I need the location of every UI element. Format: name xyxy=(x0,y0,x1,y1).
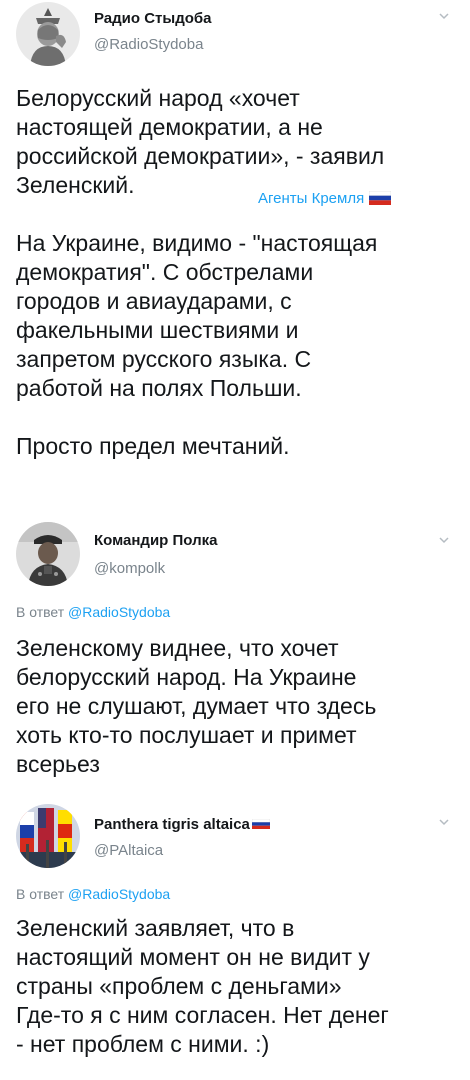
tweet-text-line: страны «проблем с деньгами» xyxy=(16,973,342,999)
tweet-text-line: настоящей демократии, а не xyxy=(16,114,323,140)
tweet-paltaica[interactable]: Panthera tigris altaica @PAltaica В отве… xyxy=(0,800,470,1080)
author-handle[interactable]: @RadioStydoba xyxy=(94,36,203,53)
reply-to-prefix: В ответ xyxy=(16,886,65,902)
source-label-text[interactable]: Агенты Кремля xyxy=(258,190,364,207)
tweet-text-line: демократия". С обстрелами xyxy=(16,259,314,285)
tweet-text-line: На Украине, видимо - "настоящая xyxy=(16,230,378,256)
tweet-text-line: всерьез xyxy=(16,751,100,777)
tweet-text-line xyxy=(16,403,456,432)
tweet-text-line: факельными шествиями и xyxy=(16,317,299,343)
source-label-link[interactable]: Агенты Кремля xyxy=(258,190,392,207)
author-handle[interactable]: @kompolk xyxy=(94,560,165,577)
reply-to: В ответ @RadioStydoba xyxy=(16,886,170,902)
tweet-text-line: Зеленскому виднее, что хочет xyxy=(16,635,339,661)
reply-to-handle-link[interactable]: @RadioStydoba xyxy=(68,604,170,620)
chevron-down-icon[interactable] xyxy=(438,816,450,828)
reply-to-handle-link[interactable]: @RadioStydoba xyxy=(68,886,170,902)
tweet-text: Зеленскому виднее, что хочет белорусский… xyxy=(16,634,456,779)
chevron-down-icon[interactable] xyxy=(438,10,450,22)
tweet-text-line: Белорусский народ «хочет xyxy=(16,85,300,111)
tweet-text-line: городов и авиаударами, с xyxy=(16,288,292,314)
author-name-text[interactable]: Panthera tigris altaica xyxy=(94,816,250,833)
author-name[interactable]: Командир Полка xyxy=(94,532,217,549)
russian-flag-icon xyxy=(251,819,270,830)
tweet-text-line: хоть кто-то послушает и примет xyxy=(16,722,357,748)
tweet-radio-stydoba[interactable]: Радио Стыдоба @RadioStydoba Белорусский … xyxy=(0,0,470,520)
reply-to: В ответ @RadioStydoba xyxy=(16,604,170,620)
author-name[interactable]: Радио Стыдоба xyxy=(94,10,212,27)
tweet-text-line: настоящий момент он не видит у xyxy=(16,944,370,970)
tweet-kompolk[interactable]: Командир Полка @kompolk В ответ @RadioSt… xyxy=(0,520,470,810)
tweet-text-line: работой на полях Польши. xyxy=(16,375,302,401)
author-name[interactable]: Panthera tigris altaica xyxy=(94,816,270,833)
russian-flag-icon xyxy=(369,191,392,206)
chevron-down-icon[interactable] xyxy=(438,534,450,546)
avatar-radio-stydoba[interactable] xyxy=(16,2,80,66)
tweet-text-line: российской демократии», - заявил xyxy=(16,143,385,169)
tweet-text-line: белорусский народ. На Украине xyxy=(16,664,357,690)
tweet-text-line: Где-то я с ним согласен. Нет денег xyxy=(16,1002,389,1028)
tweet-text-line: его не слушают, думает что здесь xyxy=(16,693,377,719)
tweet-text: Белорусский народ «хочет настоящей демок… xyxy=(16,84,456,461)
tweet-text-line: Зеленский заявляет, что в xyxy=(16,915,295,941)
tweet-text-line: запретом русского языка. С xyxy=(16,346,312,372)
avatar-paltaica[interactable] xyxy=(16,804,80,868)
avatar-kompolk[interactable] xyxy=(16,522,80,586)
author-handle[interactable]: @PAltaica xyxy=(94,842,163,859)
reply-to-prefix: В ответ xyxy=(16,604,65,620)
tweet-text-line: - нет проблем с ними. :) xyxy=(16,1031,270,1057)
tweet-text: Зеленский заявляет, что в настоящий моме… xyxy=(16,914,456,1059)
tweet-text-line: Просто предел мечтаний. xyxy=(16,433,290,459)
